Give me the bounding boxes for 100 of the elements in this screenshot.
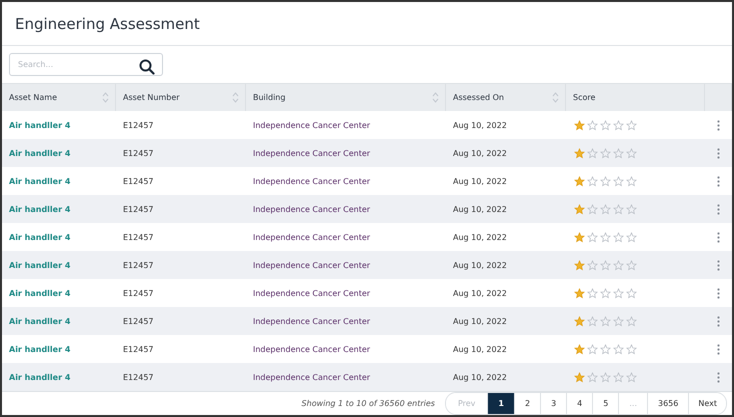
table-cell: E12457 xyxy=(123,260,154,270)
filled-star-icon xyxy=(574,260,585,270)
asset-link[interactable]: Air handller 4 xyxy=(9,120,70,130)
empty-star-icon xyxy=(587,344,598,354)
table-cell: Aug 10, 2022 xyxy=(453,176,507,186)
empty-star-icon xyxy=(613,372,624,382)
more-icon xyxy=(717,372,720,382)
empty-star-icon xyxy=(613,316,624,326)
empty-star-icon xyxy=(626,204,637,214)
table-cell: Independence Cancer Center xyxy=(253,148,370,158)
search-icon xyxy=(139,59,155,76)
empty-star-icon xyxy=(587,372,598,382)
column-header[interactable]: Asset Name xyxy=(2,84,116,111)
filled-star-icon xyxy=(574,316,585,326)
empty-star-icon xyxy=(600,344,611,354)
table-cell: Aug 10, 2022 xyxy=(453,316,507,326)
table-cell: E12457 xyxy=(123,316,154,326)
empty-star-icon xyxy=(600,204,611,214)
table-cell: Aug 10, 2022 xyxy=(453,204,507,214)
empty-star-icon xyxy=(626,372,637,382)
table-cell: E12457 xyxy=(123,344,154,354)
asset-link[interactable]: Air handller 4 xyxy=(9,288,70,298)
more-icon xyxy=(717,260,720,270)
empty-star-icon xyxy=(600,288,611,298)
more-icon xyxy=(717,120,720,130)
column-header[interactable]: Assessed On xyxy=(446,84,566,111)
empty-star-icon xyxy=(626,232,637,242)
table-cell: Aug 10, 2022 xyxy=(453,120,507,130)
empty-star-icon xyxy=(613,288,624,298)
column-header[interactable]: Asset Number xyxy=(116,84,246,111)
filled-star-icon xyxy=(574,344,585,354)
asset-link[interactable]: Air handller 4 xyxy=(9,232,70,242)
table-cell: Independence Cancer Center xyxy=(253,176,370,186)
more-icon xyxy=(717,344,720,354)
empty-star-icon xyxy=(613,232,624,242)
asset-link[interactable]: Air handller 4 xyxy=(9,204,70,214)
empty-star-icon xyxy=(600,176,611,186)
table-cell: Aug 10, 2022 xyxy=(453,288,507,298)
empty-star-icon xyxy=(613,120,624,130)
empty-star-icon xyxy=(600,120,611,130)
table-cell: E12457 xyxy=(123,204,154,214)
empty-star-icon xyxy=(587,120,598,130)
empty-star-icon xyxy=(626,148,637,158)
table-cell: Independence Cancer Center xyxy=(253,372,370,382)
entries-summary: Showing 1 to 10 of 36560 entries xyxy=(302,399,435,408)
table-cell: E12457 xyxy=(123,372,154,382)
empty-star-icon xyxy=(600,260,611,270)
empty-star-icon xyxy=(600,148,611,158)
more-icon xyxy=(717,232,720,242)
empty-star-icon xyxy=(587,204,598,214)
table-cell: Aug 10, 2022 xyxy=(453,372,507,382)
column-header: Score xyxy=(566,84,705,111)
table-cell: Aug 10, 2022 xyxy=(453,232,507,242)
empty-star-icon xyxy=(613,344,624,354)
empty-star-icon xyxy=(626,344,637,354)
empty-star-icon xyxy=(587,260,598,270)
page-button[interactable]: 1 xyxy=(487,393,514,414)
more-icon xyxy=(717,176,720,186)
empty-star-icon xyxy=(587,316,598,326)
table-cell: E12457 xyxy=(123,148,154,158)
page-nav-button[interactable]: Next xyxy=(688,393,726,414)
table-cell: E12457 xyxy=(123,120,154,130)
table-cell: Independence Cancer Center xyxy=(253,316,370,326)
empty-star-icon xyxy=(626,176,637,186)
asset-link[interactable]: Air handller 4 xyxy=(9,176,70,186)
asset-link[interactable]: Air handller 4 xyxy=(9,316,70,326)
empty-star-icon xyxy=(600,232,611,242)
table-cell: Aug 10, 2022 xyxy=(453,344,507,354)
asset-link[interactable]: Air handller 4 xyxy=(9,260,70,270)
asset-link[interactable]: Air handller 4 xyxy=(9,148,70,158)
more-icon xyxy=(717,288,720,298)
table-cell: E12457 xyxy=(123,232,154,242)
filled-star-icon xyxy=(574,232,585,242)
filled-star-icon xyxy=(574,176,585,186)
empty-star-icon xyxy=(626,120,637,130)
table-cell: Independence Cancer Center xyxy=(253,344,370,354)
asset-link[interactable]: Air handller 4 xyxy=(9,372,70,382)
table-cell: E12457 xyxy=(123,288,154,298)
filled-star-icon xyxy=(574,204,585,214)
empty-star-icon xyxy=(587,176,598,186)
empty-star-icon xyxy=(587,232,598,242)
empty-star-icon xyxy=(613,176,624,186)
more-icon xyxy=(717,148,720,158)
column-header[interactable]: Building xyxy=(246,84,446,111)
empty-star-icon xyxy=(613,204,624,214)
empty-star-icon xyxy=(587,148,598,158)
table-cell: Independence Cancer Center xyxy=(253,204,370,214)
table-cell: Independence Cancer Center xyxy=(253,120,370,130)
empty-star-icon xyxy=(587,288,598,298)
table-cell: Independence Cancer Center xyxy=(253,232,370,242)
table-cell: Aug 10, 2022 xyxy=(453,260,507,270)
filled-star-icon xyxy=(574,372,585,382)
table-cell: Aug 10, 2022 xyxy=(453,148,507,158)
table-cell: E12457 xyxy=(123,176,154,186)
empty-star-icon xyxy=(600,316,611,326)
asset-link[interactable]: Air handller 4 xyxy=(9,344,70,354)
empty-star-icon xyxy=(626,316,637,326)
page-title: Engineering Assessment xyxy=(15,14,200,33)
search-field[interactable]: Search... xyxy=(9,53,163,76)
empty-star-icon xyxy=(613,148,624,158)
